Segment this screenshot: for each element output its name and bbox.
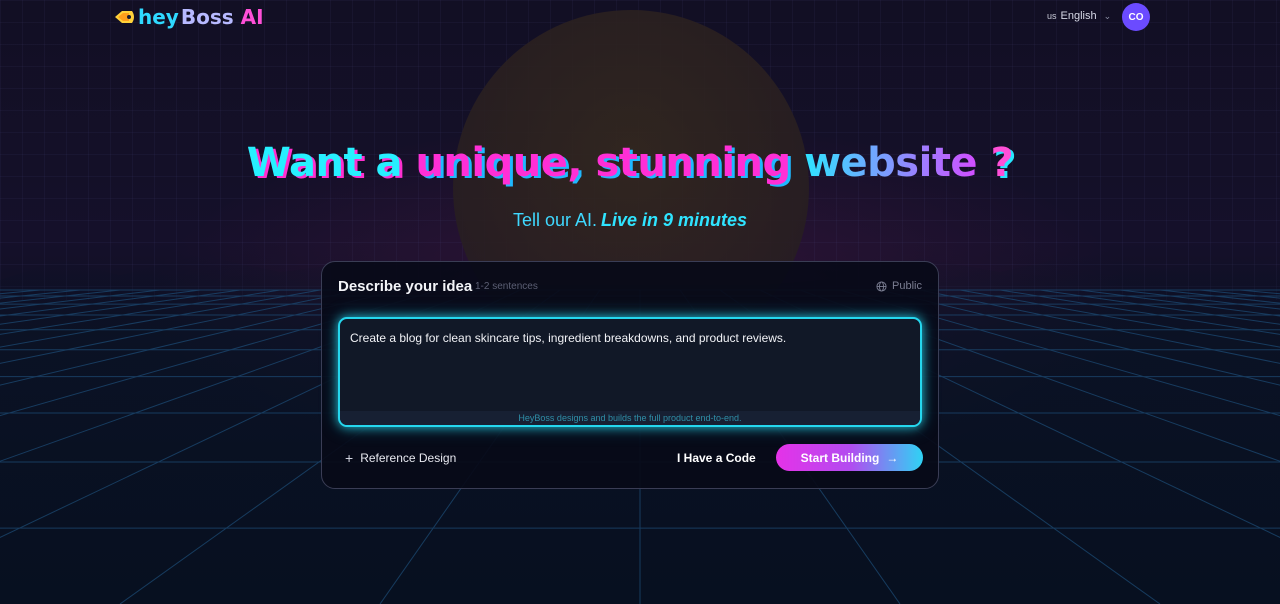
page-title: Want a unique, stunning website ? xyxy=(0,140,1260,186)
language-label: English xyxy=(1060,10,1097,22)
avatar[interactable]: CO xyxy=(1122,3,1150,31)
logo-boss: Boss xyxy=(180,5,234,29)
subtitle: Tell our AI. Live in 9 minutes xyxy=(0,210,1260,231)
idea-input[interactable]: Create a blog for clean skincare tips, i… xyxy=(340,319,920,411)
chevron-down-icon: ⌄ xyxy=(1103,10,1112,21)
have-code-button[interactable]: I Have a Code xyxy=(677,451,756,465)
heyboss-logo[interactable]: hey Boss AI xyxy=(114,5,264,29)
start-building-label: Start Building xyxy=(800,450,880,465)
subtitle-live: Live in 9 minutes xyxy=(601,210,748,230)
logo-hey: hey xyxy=(138,5,179,29)
language-flag: us xyxy=(1047,11,1057,21)
visibility-toggle[interactable]: Public xyxy=(876,280,922,292)
reference-design-label: Reference Design xyxy=(360,451,457,465)
rocket-logo-icon xyxy=(115,11,134,23)
visibility-label: Public xyxy=(892,280,922,292)
headline-part-1: Want a xyxy=(246,140,416,186)
arrow-right-icon: → xyxy=(886,450,899,465)
language-selector[interactable]: us English ⌄ xyxy=(1047,10,1111,22)
page: hey Boss AI us English ⌄ CO Want a unique,… xyxy=(0,0,1280,604)
idea-input-wrapper: Create a blog for clean skincare tips, i… xyxy=(338,317,922,427)
headline-part-2: unique, stunning xyxy=(415,140,805,186)
headline-part-4: ? xyxy=(977,140,1014,186)
start-building-button[interactable]: Start Building → xyxy=(776,444,923,471)
idea-card: Describe your idea 1-2 sentences Public … xyxy=(321,261,939,489)
plus-icon: + xyxy=(345,450,354,466)
logo-ai: AI xyxy=(240,5,264,29)
headline-part-3: website xyxy=(804,140,978,186)
reference-design-button[interactable]: + Reference Design xyxy=(345,450,456,466)
globe-icon xyxy=(876,280,887,292)
input-footer-note: HeyBoss designs and builds the full prod… xyxy=(340,411,920,425)
card-title: Describe your idea xyxy=(338,278,473,295)
card-hint: 1-2 sentences xyxy=(475,281,538,292)
subtitle-text: Tell our AI. xyxy=(512,210,597,230)
